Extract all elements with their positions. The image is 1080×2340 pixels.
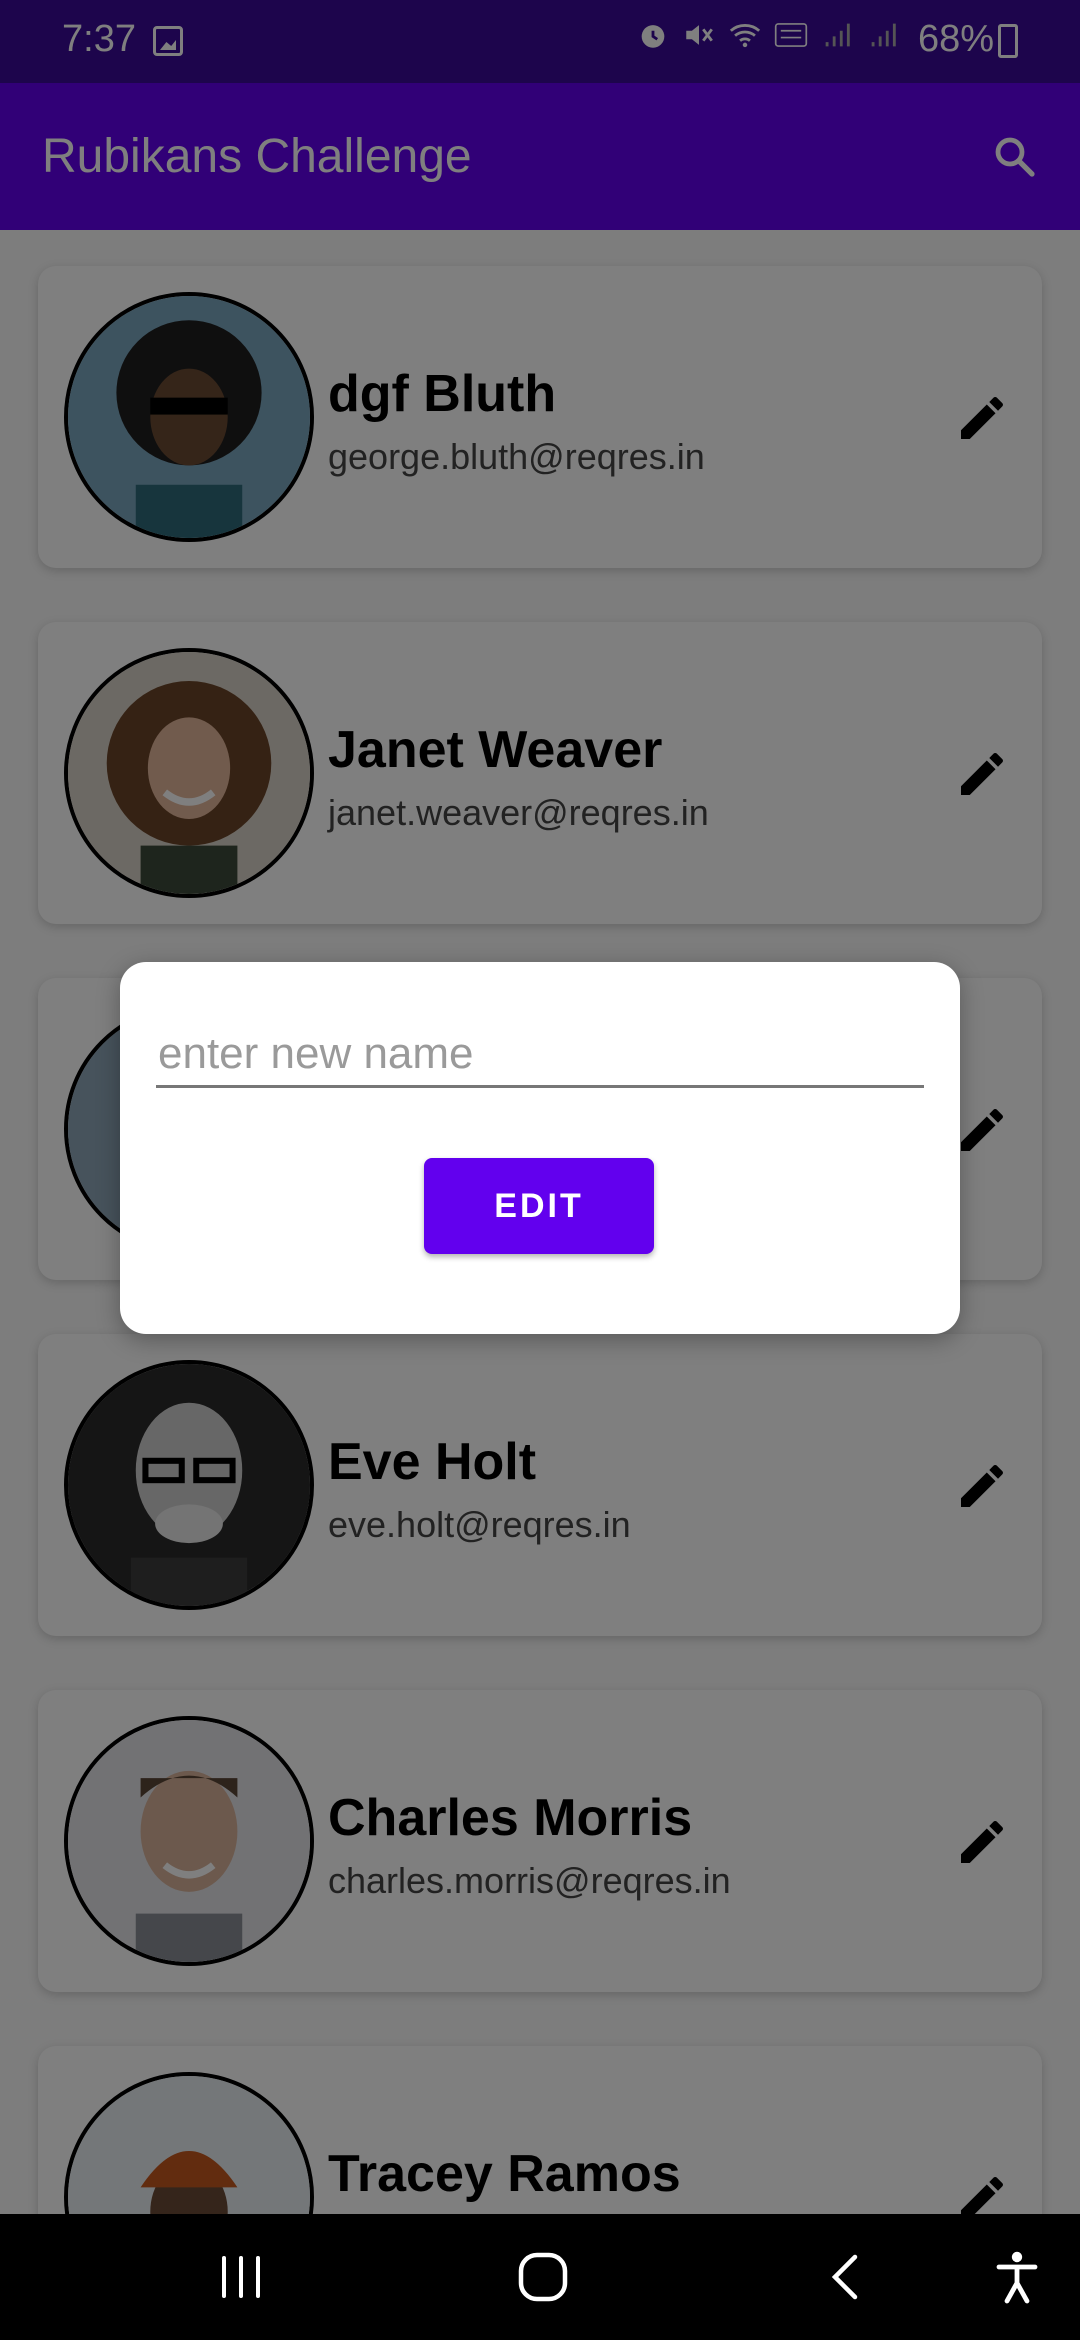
edit-button[interactable]: EDIT <box>424 1158 654 1254</box>
new-name-input[interactable] <box>156 1022 924 1088</box>
navigation-bar <box>0 2214 1080 2340</box>
recent-apps-icon[interactable] <box>208 2244 274 2310</box>
back-icon[interactable] <box>812 2244 878 2310</box>
accessibility-icon[interactable] <box>984 2244 1050 2310</box>
home-icon[interactable] <box>510 2244 576 2310</box>
edit-name-dialog: EDIT <box>120 962 960 1334</box>
